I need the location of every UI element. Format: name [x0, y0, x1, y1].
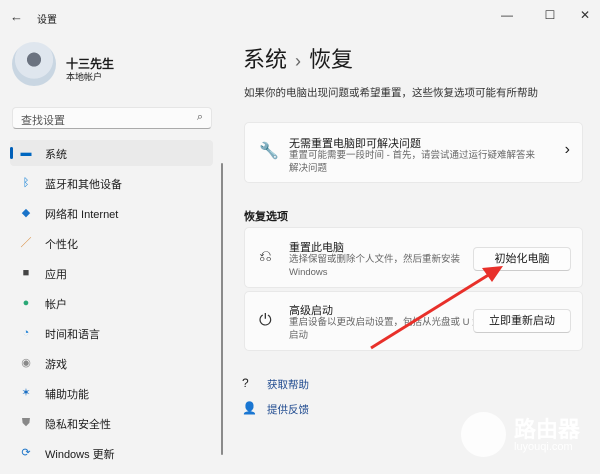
watermark-url: luyouqi.com [514, 441, 573, 453]
feedback-icon: 👤 [242, 401, 257, 415]
feedback-link[interactable]: 提供反馈 [267, 402, 309, 417]
help-icon: ? [242, 376, 249, 390]
watermark-brand: 路由器 [514, 417, 581, 442]
watermark-logo [461, 412, 506, 457]
get-help-link[interactable]: 获取帮助 [267, 377, 309, 392]
